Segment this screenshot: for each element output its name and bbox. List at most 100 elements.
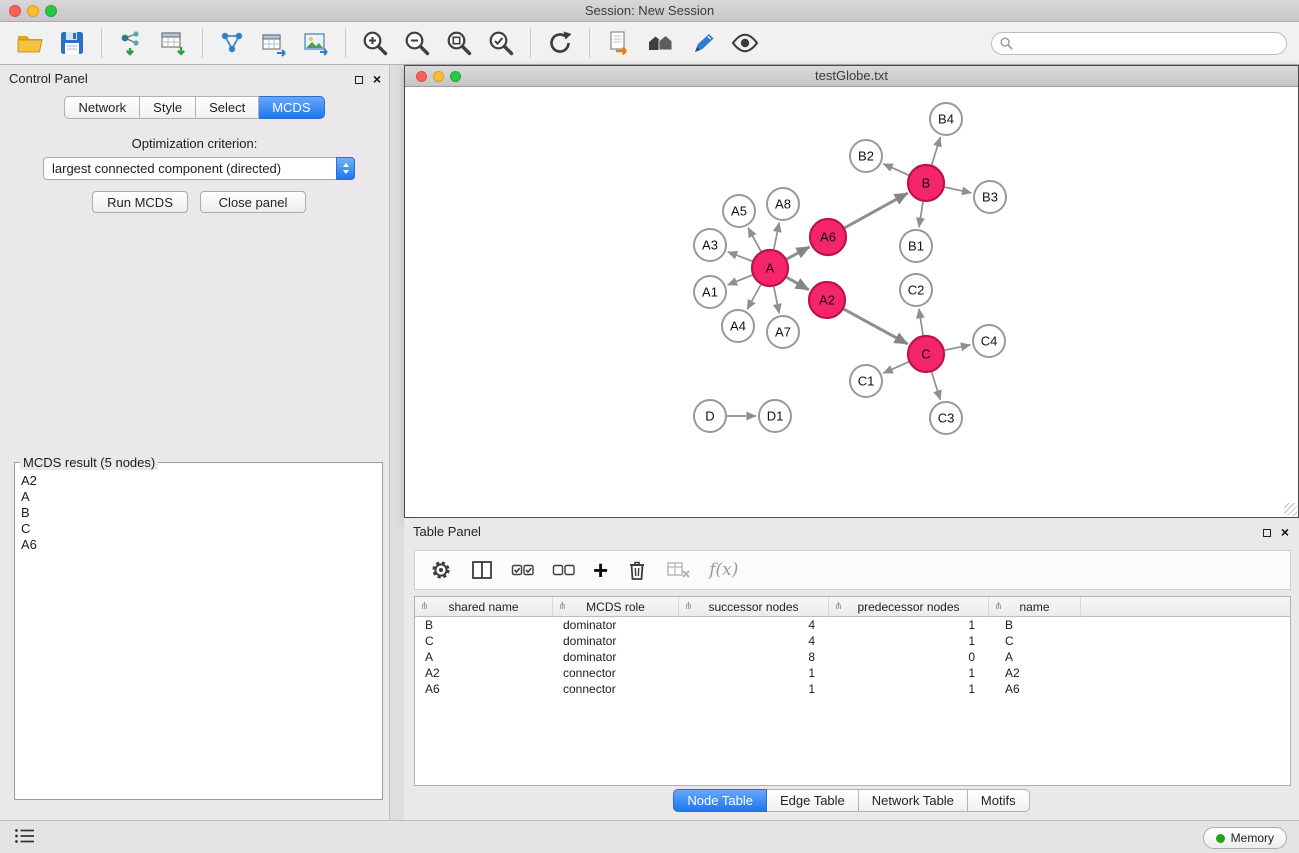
graph-edge-B-B4[interactable]: [932, 137, 941, 165]
optimization-dropdown[interactable]: largest connected component (directed): [43, 157, 355, 180]
close-panel-button[interactable]: Close panel: [200, 191, 306, 213]
graph-node-C4[interactable]: C4: [973, 325, 1005, 357]
graph-edge-A-A7[interactable]: [774, 287, 779, 314]
close-table-panel-button[interactable]: ×: [1279, 523, 1291, 541]
graph-node-D1[interactable]: D1: [759, 400, 791, 432]
tab-network[interactable]: Network: [64, 96, 140, 119]
graph-node-C1[interactable]: C1: [850, 365, 882, 397]
mcds-result-item[interactable]: A2: [15, 473, 382, 489]
tab-style[interactable]: Style: [140, 96, 196, 119]
graph-node-A6[interactable]: A6: [810, 219, 846, 255]
export-image-button[interactable]: [298, 26, 334, 60]
graph-node-A8[interactable]: A8: [767, 188, 799, 220]
toggle-visibility-button[interactable]: [727, 26, 763, 60]
column-header[interactable]: ⋔predecessor nodes: [829, 597, 989, 617]
graph-edge-A-A8[interactable]: [774, 223, 779, 250]
graph-node-A3[interactable]: A3: [694, 229, 726, 261]
mcds-result-item[interactable]: B: [15, 505, 382, 521]
tab-node-table[interactable]: Node Table: [673, 789, 767, 812]
style-brush-button[interactable]: [685, 26, 721, 60]
tab-mcds[interactable]: MCDS: [259, 96, 324, 119]
graph-edge-C-C1[interactable]: [883, 362, 908, 373]
export-document-button[interactable]: [601, 26, 637, 60]
graph-node-B2[interactable]: B2: [850, 140, 882, 172]
graph-edge-C-C4[interactable]: [945, 345, 971, 350]
close-control-panel-button[interactable]: ×: [371, 70, 383, 88]
run-mcds-button[interactable]: Run MCDS: [92, 191, 188, 213]
column-header[interactable]: ⋔MCDS role: [553, 597, 679, 617]
select-all-columns-button[interactable]: [511, 555, 535, 585]
graph-node-B1[interactable]: B1: [900, 230, 932, 262]
zoom-network-window-button[interactable]: [450, 71, 461, 82]
first-neighbors-button[interactable]: [643, 26, 679, 60]
graph-node-C3[interactable]: C3: [930, 402, 962, 434]
graph-edge-A-A4[interactable]: [747, 285, 761, 310]
save-session-button[interactable]: [54, 26, 90, 60]
graph-node-A4[interactable]: A4: [722, 310, 754, 342]
graph-node-B[interactable]: B: [908, 165, 944, 201]
mcds-result-item[interactable]: C: [15, 521, 382, 537]
mcds-result-item[interactable]: A: [15, 489, 382, 505]
graph-edge-A-A5[interactable]: [748, 228, 761, 252]
export-table-button[interactable]: [256, 26, 292, 60]
column-header[interactable]: ⋔successor nodes: [679, 597, 829, 617]
table-row[interactable]: A6connector11A6: [415, 681, 1290, 697]
graph-edge-B-B3[interactable]: [945, 187, 972, 193]
new-network-button[interactable]: [214, 26, 250, 60]
graph-node-A2[interactable]: A2: [809, 282, 845, 318]
graph-node-B4[interactable]: B4: [930, 103, 962, 135]
float-table-panel-button[interactable]: [1261, 523, 1273, 541]
mcds-result-item[interactable]: A6: [15, 537, 382, 553]
zoom-fit-button[interactable]: [441, 26, 477, 60]
refresh-layout-button[interactable]: [542, 26, 578, 60]
unselect-all-columns-button[interactable]: [552, 555, 576, 585]
graph-node-C[interactable]: C: [908, 336, 944, 372]
open-session-button[interactable]: [12, 26, 48, 60]
import-table-button[interactable]: [155, 26, 191, 60]
zoom-in-button[interactable]: [357, 26, 393, 60]
graph-edge-A-A1[interactable]: [728, 275, 753, 285]
close-window-button[interactable]: [9, 5, 21, 17]
resize-grip[interactable]: [1284, 503, 1297, 516]
show-columns-button[interactable]: [470, 555, 494, 585]
memory-button[interactable]: Memory: [1203, 827, 1287, 849]
tab-motifs[interactable]: Motifs: [968, 789, 1030, 812]
column-header[interactable]: ⋔shared name: [415, 597, 553, 617]
graph-edge-A-A6[interactable]: [787, 247, 810, 259]
network-canvas[interactable]: B4B2BB3A5A8A6B1A3AC2A1A2A4A7C4C1CC3DD1: [405, 87, 1298, 517]
graph-node-D[interactable]: D: [694, 400, 726, 432]
graph-node-A7[interactable]: A7: [767, 316, 799, 348]
close-network-window-button[interactable]: [416, 71, 427, 82]
create-column-button[interactable]: +: [593, 555, 608, 585]
task-history-button[interactable]: [12, 827, 38, 848]
table-row[interactable]: Bdominator41B: [415, 617, 1290, 633]
zoom-window-button[interactable]: [45, 5, 57, 17]
graph-edge-C-C2[interactable]: [919, 309, 923, 335]
graph-edge-B-B1[interactable]: [919, 202, 923, 227]
graph-edge-C-C3[interactable]: [932, 372, 941, 400]
delete-columns-button[interactable]: [625, 555, 649, 585]
import-network-button[interactable]: [113, 26, 149, 60]
graph-edge-A-A3[interactable]: [728, 252, 753, 261]
minimize-window-button[interactable]: [27, 5, 39, 17]
float-control-panel-button[interactable]: [353, 70, 365, 88]
minimize-network-window-button[interactable]: [433, 71, 444, 82]
function-builder-button[interactable]: f(x): [709, 555, 738, 585]
graph-node-A5[interactable]: A5: [723, 195, 755, 227]
graph-node-B3[interactable]: B3: [974, 181, 1006, 213]
graph-node-A[interactable]: A: [752, 250, 788, 286]
delete-table-button[interactable]: [666, 555, 692, 585]
graph-edge-B-B2[interactable]: [883, 164, 908, 175]
graph-node-C2[interactable]: C2: [900, 274, 932, 306]
table-row[interactable]: Cdominator41C: [415, 633, 1290, 649]
table-options-button[interactable]: [429, 555, 453, 585]
zoom-out-button[interactable]: [399, 26, 435, 60]
graph-edge-A6-B[interactable]: [845, 193, 908, 228]
column-header[interactable]: ⋔name: [989, 597, 1081, 617]
graph-edge-A-A2[interactable]: [787, 277, 809, 289]
tab-select[interactable]: Select: [196, 96, 259, 119]
table-row[interactable]: Adominator80A: [415, 649, 1290, 665]
graph-edge-A2-C[interactable]: [844, 309, 908, 344]
zoom-selected-button[interactable]: [483, 26, 519, 60]
table-row[interactable]: A2connector11A2: [415, 665, 1290, 681]
